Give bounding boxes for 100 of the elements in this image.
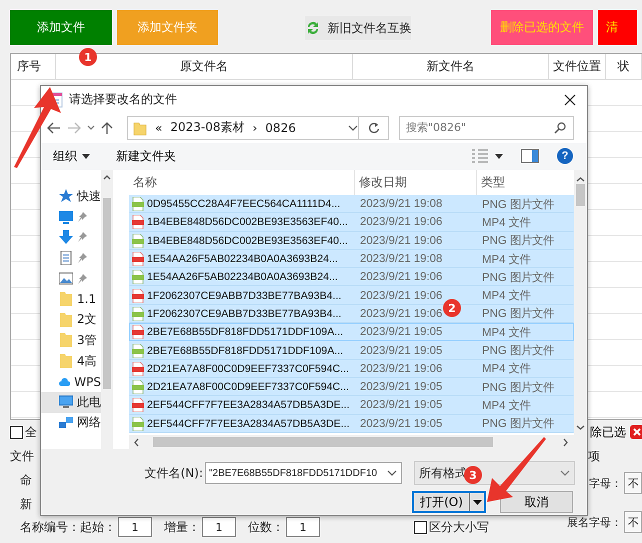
help-button[interactable]: ? [557,148,573,164]
address-bar[interactable]: « 2023-08素材 › 0826 [127,116,359,140]
organize-menu[interactable]: 组织 [53,148,90,165]
file-row[interactable]: 2EF544CFF7F7EE3A2834A57DB5A3DE... 2023/9/21 19:05 MP4 文件 [129,396,574,415]
nav-item[interactable]: 4高 [41,350,101,372]
preview-pane-icon[interactable] [521,149,539,164]
step-badge: 1 [79,48,97,66]
video-file-icon [132,362,144,376]
breadcrumb-separator: › [252,120,258,135]
image-file-icon [132,344,144,358]
scrollbar-thumb[interactable] [103,198,111,389]
nav-item[interactable]: 快速 [41,186,101,207]
pin-icon [77,274,87,284]
desktop-icon [59,210,73,224]
input-field[interactable]: 1 [286,517,320,537]
file-date: 2023/9/21 19:08 [360,253,442,266]
scrollbar-thumb[interactable] [576,184,585,206]
pin-icon [77,232,87,242]
file-type: MP4 文件 [481,398,532,413]
input-field[interactable]: 1 [202,517,236,537]
scrollbar[interactable] [101,170,113,449]
nav-item[interactable]: WPS [41,371,101,392]
image-file-icon [132,416,144,431]
scrollbar-thumb[interactable] [153,437,493,447]
chevron-left-icon[interactable] [133,438,139,446]
download-icon [59,230,73,244]
video-file-icon [132,288,144,303]
file-type: MP4 文件 [481,216,532,230]
chevron-down-icon[interactable] [576,425,585,431]
swap-names-button[interactable]: 新旧文件名互换 [305,16,412,40]
checkbox[interactable] [10,426,23,438]
video-file-icon [132,215,144,230]
chevron-right-icon[interactable] [563,438,569,446]
pin-icon [77,212,87,222]
document-icon [59,251,73,266]
file-name: 0D95455CC28A4F7EEC564CA1111D4... [147,198,340,210]
file-name: 1E54AA26F5AB02234B0A0A3693B24... [147,271,338,284]
nav-item[interactable]: 3管 [41,330,101,351]
file-row[interactable]: 2BE7E68B55DF818FDD5171DDF109A... 2023/9/21 19:05 MP4 文件 [129,323,574,342]
search-icon [554,122,566,134]
file-row[interactable]: 1B4EBE848D56DC002BE93E3563EF40... 2023/9/21 19:06 MP4 文件 [129,213,574,232]
chevron-up-icon[interactable] [576,176,585,182]
video-file-icon [132,252,144,266]
cancel-button[interactable]: 取消 [500,491,573,513]
dialog-title: 请选择要改名的文件 [69,91,178,108]
chevron-down-icon [387,470,397,476]
image-icon [59,272,73,286]
column-header: 新文件名 [353,54,549,79]
delete-selected-button[interactable]: 除已选 [590,421,642,443]
scrollbar[interactable] [129,435,587,449]
nav-item[interactable]: 1.1 [41,288,101,310]
nav-item[interactable]: 网络 [41,412,101,434]
file-date: 2023/9/21 19:06 [360,271,442,284]
file-type: PNG 图片文件 [481,380,556,395]
file-name: 2EF544CFF7F7EE3A2834A57DB5A3DE... [147,418,350,430]
file-row[interactable]: 0D95455CC28A4F7EEC564CA1111D4... 2023/9/21 19:08 PNG 图片文件 [129,195,574,214]
nav-item[interactable]: 2文 [41,310,101,330]
file-type: PNG 图片文件 [481,344,556,358]
column-header: 状 [606,54,642,79]
column-header: 文件位置 [549,54,606,79]
dropdown[interactable]: 不 [624,472,642,494]
nav-item[interactable]: 此电 [41,392,101,413]
list-view-icon[interactable] [471,149,489,164]
breadcrumb-item[interactable]: 0826 [265,120,340,135]
file-date: 2023/9/21 19:08 [360,198,442,210]
chevron-down-icon[interactable] [348,124,358,131]
folder-icon [59,354,73,368]
file-type: MP4 文件 [481,362,532,376]
file-type: PNG 图片文件 [481,416,556,432]
file-row[interactable]: 1E54AA26F5AB02234B0A0A3693B24... 2023/9/21 19:06 PNG 图片文件 [129,268,574,286]
up-arrow-icon[interactable] [101,120,113,135]
file-row[interactable]: 2BE7E68B55DF818FDD5171DDF109A... 2023/9/21 19:05 PNG 图片文件 [129,341,574,360]
caret-icon[interactable] [495,154,503,159]
field-label: 命 [20,472,32,488]
file-name-field[interactable]: "2BE7E68B55DF818FDD5171DDF10 [205,462,402,484]
file-row[interactable]: 1E54AA26F5AB02234B0A0A3693B24... 2023/9/21 19:08 MP4 文件 [129,250,574,268]
chevron-down-icon[interactable] [87,124,95,131]
file-row[interactable]: 2D21EA7A8F00C0D9EEF7337C0F594C... 2023/9/21 19:05 PNG 图片文件 [129,378,574,396]
search-field[interactable]: 搜索"0826" [399,116,574,140]
file-row[interactable]: 2D21EA7A8F00C0D9EEF7337C0F594C... 2023/9/21 19:06 MP4 文件 [129,360,574,378]
file-row[interactable]: 1F2062307CE9ABB7D33BE77BA93B4... 2023/9/21 19:06 MP4 文件 [129,286,574,305]
caret-icon [82,154,90,159]
input-field[interactable]: 1 [118,517,152,537]
scrollbar[interactable] [574,170,587,435]
file-type: MP4 文件 [481,252,532,267]
image-file-icon [132,306,144,321]
file-row[interactable]: 2EF544CFF7F7EE3A2834A57DB5A3DE... 2023/9/21 19:05 PNG 图片文件 [129,414,574,433]
folder-icon [133,120,147,136]
chevron-up-icon[interactable] [103,174,111,180]
toolbar-button[interactable]: 添加文件 [10,10,112,45]
column-header: 序号 [11,54,56,79]
open-button[interactable]: 打开(O) [412,491,486,513]
dropdown[interactable]: 不 [624,511,642,533]
refresh-button[interactable] [359,116,389,140]
back-arrow-icon[interactable] [47,122,61,134]
new-folder-button[interactable]: 新建文件夹 [116,148,176,165]
field-label: 字母： [589,476,622,490]
breadcrumb-item[interactable]: 2023-08素材 [170,119,244,136]
file-row[interactable]: 1B4EBE848D56DC002BE93E3563EF40... 2023/9/21 19:06 PNG 图片文件 [129,232,574,250]
checkbox[interactable] [414,520,427,534]
